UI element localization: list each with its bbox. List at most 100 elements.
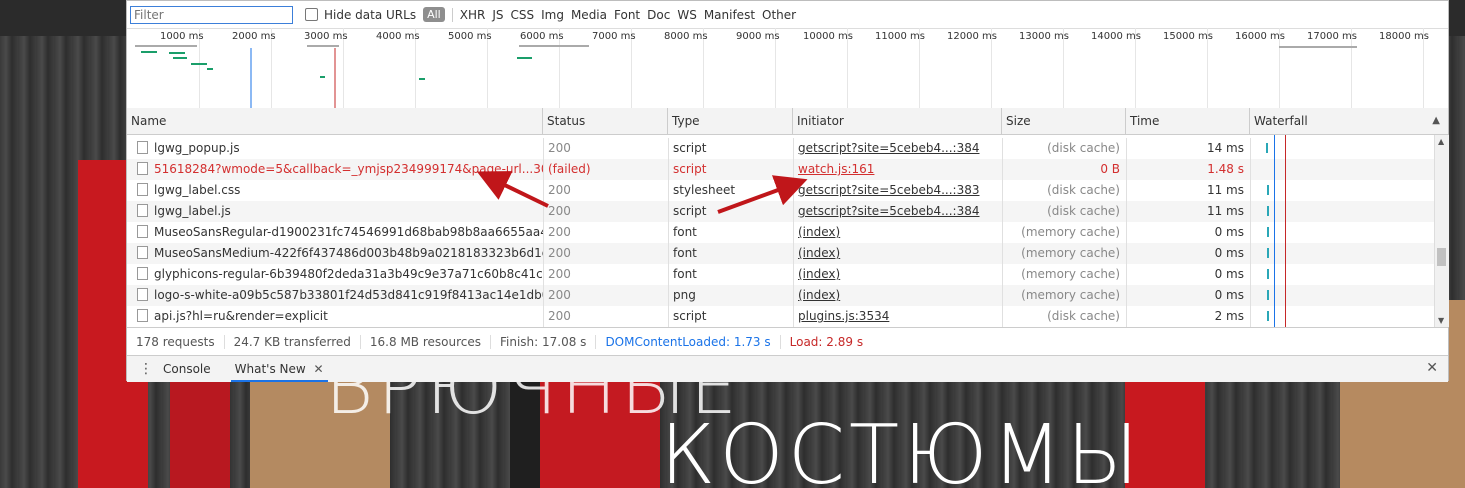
table-row[interactable]: logo-s-white-a09b5c587b33801f24d53d841c9… — [127, 285, 1434, 306]
request-initiator-link[interactable]: (index) — [798, 246, 840, 260]
request-name-cell: lgwg_label.css — [127, 180, 543, 201]
request-waterfall — [1250, 306, 1434, 327]
filter-input[interactable] — [130, 5, 293, 24]
document-icon — [137, 141, 148, 154]
request-size: 0 B — [1002, 159, 1126, 180]
column-header-name[interactable]: Name — [127, 108, 543, 134]
type-filter-doc[interactable]: Doc — [647, 8, 670, 22]
request-name: MuseoSansMedium-422f6f437486d003b48b9a02… — [154, 246, 543, 260]
request-name: lgwg_popup.js — [154, 141, 240, 155]
request-name: lgwg_label.js — [154, 204, 231, 218]
request-initiator-cell: getscript?site=5cebeb4...:383 — [793, 180, 1002, 201]
hide-data-urls-toggle[interactable]: Hide data URLs — [305, 8, 416, 22]
type-filter-xhr[interactable]: XHR — [460, 8, 486, 22]
scrollbar-thumb[interactable] — [1437, 248, 1446, 266]
request-type: script — [668, 159, 793, 180]
scroll-up-arrow-icon[interactable]: ▲ — [1438, 137, 1444, 146]
request-size: (memory cache) — [1002, 264, 1126, 285]
request-list-scrollbar[interactable]: ▲ ▼ — [1434, 135, 1449, 327]
request-status: 200 — [543, 306, 668, 327]
request-initiator-link[interactable]: (index) — [798, 225, 840, 239]
request-time: 11 ms — [1126, 180, 1250, 201]
column-header-waterfall[interactable]: Waterfall ▲ — [1250, 108, 1448, 134]
request-table-header: Name Status Type Initiator Size Time Wat… — [127, 108, 1448, 135]
table-row[interactable]: MuseoSansMedium-422f6f437486d003b48b9a02… — [127, 243, 1434, 264]
request-status: (failed) — [543, 159, 668, 180]
summary-resources: 16.8 MB resources — [361, 334, 491, 349]
waterfall-bar — [1266, 143, 1268, 153]
request-initiator-link[interactable]: (index) — [798, 267, 840, 281]
request-waterfall — [1250, 285, 1434, 306]
column-header-initiator[interactable]: Initiator — [793, 108, 1002, 134]
overview-waterfall-marks — [135, 45, 1357, 108]
column-header-status[interactable]: Status — [543, 108, 668, 134]
table-row-failed[interactable]: 51618284?wmode=5&callback=_ymjsp23499917… — [127, 159, 1434, 180]
type-filter-divider — [451, 7, 453, 22]
request-time: 0 ms — [1126, 264, 1250, 285]
request-name-cell: glyphicons-regular-6b39480f2deda31a3b49c… — [127, 264, 543, 285]
request-waterfall — [1250, 264, 1434, 285]
request-status: 200 — [543, 285, 668, 306]
summary-load: Load: 2.89 s — [789, 334, 864, 349]
request-initiator-link[interactable]: getscript?site=5cebeb4...:384 — [798, 204, 980, 218]
table-row[interactable]: lgwg_label.js 200 script getscript?site=… — [127, 201, 1434, 222]
request-waterfall — [1250, 222, 1434, 243]
request-name: 51618284?wmode=5&callback=_ymjsp23499917… — [154, 162, 543, 176]
request-name: logo-s-white-a09b5c587b33801f24d53d841c9… — [154, 288, 543, 302]
dom-content-loaded-marker — [1274, 135, 1275, 327]
table-row[interactable]: api.js?hl=ru&render=explicit 200 script … — [127, 306, 1434, 327]
request-initiator-link[interactable]: plugins.js:3534 — [798, 309, 889, 323]
column-header-size[interactable]: Size — [1002, 108, 1126, 134]
type-filter-js[interactable]: JS — [492, 8, 503, 22]
request-type: script — [668, 201, 793, 222]
request-initiator-cell: plugins.js:3534 — [793, 306, 1002, 327]
request-initiator-link[interactable]: (index) — [798, 288, 840, 302]
drawer-menu-icon[interactable]: ⋮ — [139, 362, 153, 376]
request-type: font — [668, 264, 793, 285]
request-time: 11 ms — [1126, 201, 1250, 222]
type-filter-img[interactable]: Img — [541, 8, 564, 22]
request-initiator-link[interactable]: getscript?site=5cebeb4...:384 — [798, 141, 980, 155]
type-filter-other[interactable]: Other — [762, 8, 796, 22]
column-header-type[interactable]: Type — [668, 108, 793, 134]
table-row[interactable]: MuseoSansRegular-d1900231fc74546991d68ba… — [127, 222, 1434, 243]
sort-ascending-icon[interactable]: ▲ — [1432, 108, 1440, 134]
request-initiator-link[interactable]: getscript?site=5cebeb4...:383 — [798, 183, 980, 197]
request-initiator-cell: (index) — [793, 285, 1002, 306]
type-filter-manifest[interactable]: Manifest — [704, 8, 755, 22]
type-filter-all[interactable]: All — [423, 7, 445, 22]
type-filter-font[interactable]: Font — [614, 8, 640, 22]
tab-whats-new[interactable]: What's New ✕ — [230, 356, 328, 382]
hide-data-urls-checkbox[interactable] — [305, 8, 318, 21]
request-initiator-cell: (index) — [793, 243, 1002, 264]
request-name-cell: api.js?hl=ru&render=explicit — [127, 306, 543, 327]
request-size: (disk cache) — [1002, 180, 1126, 201]
type-filter-css[interactable]: CSS — [510, 8, 534, 22]
type-filter-media[interactable]: Media — [571, 8, 607, 22]
tab-whats-new-label: What's New — [234, 362, 306, 376]
column-header-time[interactable]: Time — [1126, 108, 1250, 134]
tab-console[interactable]: Console — [159, 356, 215, 382]
request-type: script — [668, 138, 793, 159]
table-row[interactable]: glyphicons-regular-6b39480f2deda31a3b49c… — [127, 264, 1434, 285]
close-tab-icon[interactable]: ✕ — [314, 362, 324, 376]
request-status: 200 — [543, 222, 668, 243]
document-icon — [137, 183, 148, 196]
type-filter-ws[interactable]: WS — [677, 8, 696, 22]
waterfall-bar — [1267, 290, 1269, 300]
close-drawer-icon[interactable]: ✕ — [1426, 360, 1438, 376]
table-row[interactable]: lgwg_label.css 200 stylesheet getscript?… — [127, 180, 1434, 201]
summary-requests: 178 requests — [127, 334, 225, 349]
hero-heading-line2: КОСТЮМЫ — [660, 408, 1143, 488]
table-row[interactable]: lgwg_popup.js 200 script getscript?site=… — [127, 138, 1434, 159]
request-name-cell: lgwg_label.js — [127, 201, 543, 222]
request-initiator-cell: watch.js:161 — [793, 159, 1002, 180]
request-type: script — [668, 306, 793, 327]
scroll-down-arrow-icon[interactable]: ▼ — [1438, 316, 1444, 325]
network-overview-timeline[interactable]: 1000 ms 2000 ms 3000 ms 4000 ms 5000 ms … — [127, 28, 1448, 109]
request-name: glyphicons-regular-6b39480f2deda31a3b49c… — [154, 267, 543, 281]
document-icon — [137, 309, 148, 322]
request-time: 0 ms — [1126, 285, 1250, 306]
document-icon — [137, 204, 148, 217]
request-initiator-link[interactable]: watch.js:161 — [798, 162, 874, 176]
